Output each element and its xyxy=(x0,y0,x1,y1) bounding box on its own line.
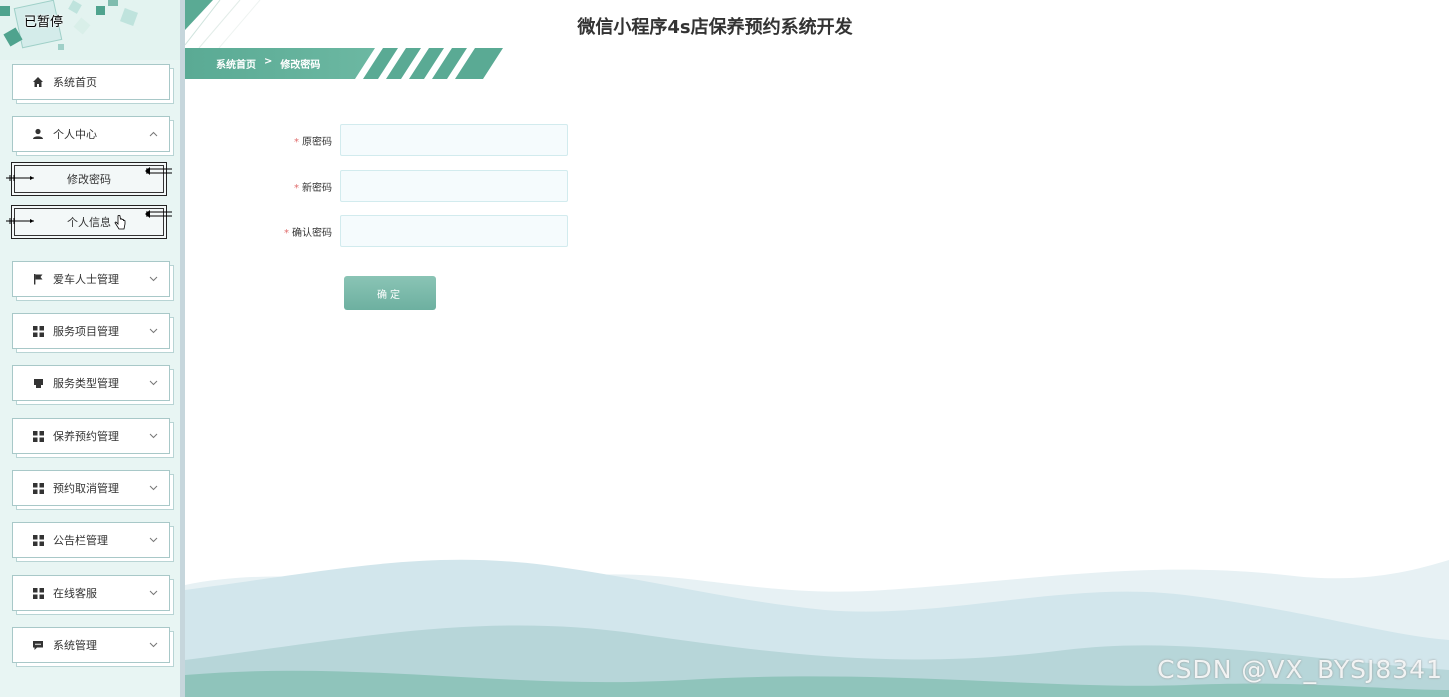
breadcrumb-separator: > xyxy=(264,56,273,67)
sidebar-item-system-management[interactable]: 系统管理 xyxy=(12,627,170,663)
home-icon xyxy=(31,75,45,89)
breadcrumb: 系统首页 > 修改密码 xyxy=(216,56,320,71)
grid-icon xyxy=(31,324,45,338)
breadcrumb-home-link[interactable]: 系统首页 xyxy=(216,56,256,71)
sidebar-item-home[interactable]: 系统首页 xyxy=(12,64,170,100)
sidebar-item-label: 爱车人士管理 xyxy=(53,273,119,286)
confirm-password-label: * 确认密码 xyxy=(260,224,340,239)
flag-icon xyxy=(31,272,45,286)
header-decoration xyxy=(185,0,261,48)
chevron-down-icon xyxy=(145,535,161,546)
chevron-down-icon xyxy=(145,378,161,389)
bookmark-icon xyxy=(31,376,45,390)
sidebar-item-label: 系统首页 xyxy=(53,76,97,89)
page-title: 微信小程序4s店保养预约系统开发 xyxy=(577,17,853,38)
chevron-down-icon xyxy=(145,274,161,285)
watermark-text: CSDN @VX_BYSJ8341 xyxy=(1157,655,1443,684)
chevron-down-icon xyxy=(145,483,161,494)
grid-icon xyxy=(31,429,45,443)
paused-indicator: 已暂停 xyxy=(24,15,64,30)
label-text: 新密码 xyxy=(302,182,332,194)
chevron-up-icon xyxy=(145,129,161,140)
sidebar-item-label: 服务项目管理 xyxy=(53,325,119,338)
user-icon xyxy=(31,127,45,141)
chevron-down-icon xyxy=(145,326,161,337)
grid-icon xyxy=(31,481,45,495)
sidebar-item-online-service[interactable]: 在线客服 xyxy=(12,575,170,611)
required-mark: * xyxy=(284,227,289,239)
arrow-decoration-icon xyxy=(6,218,34,224)
required-mark: * xyxy=(294,182,299,194)
arrow-decoration-icon xyxy=(145,210,172,218)
sidebar-item-label: 个人中心 xyxy=(53,128,97,141)
sidebar-item-label: 预约取消管理 xyxy=(53,482,119,495)
grid-icon xyxy=(31,533,45,547)
sidebar-item-label: 系统管理 xyxy=(53,639,97,652)
sidebar-item-personal-center[interactable]: 个人中心 xyxy=(12,116,170,152)
grid-icon xyxy=(31,586,45,600)
sidebar-item-maintenance-booking[interactable]: 保养预约管理 xyxy=(12,418,170,454)
old-password-input[interactable] xyxy=(340,124,568,156)
chevron-down-icon xyxy=(145,588,161,599)
confirm-button[interactable]: 确定 xyxy=(344,276,436,310)
new-password-label: * 新密码 xyxy=(260,179,340,194)
arrow-decoration-icon xyxy=(6,175,34,181)
chevron-down-icon xyxy=(145,640,161,651)
sidebar: 已暂停 系统首页 个人中心 修改密码 个人信息 爱车人士管理 服务项目管理 服务… xyxy=(0,0,185,697)
hand-cursor-icon xyxy=(114,215,126,230)
submenu-item-personal-info[interactable]: 个人信息 xyxy=(6,205,172,239)
sidebar-item-bulletin[interactable]: 公告栏管理 xyxy=(12,522,170,558)
required-mark: * xyxy=(294,136,299,148)
submenu-item-label: 修改密码 xyxy=(67,173,111,186)
chat-icon xyxy=(31,638,45,652)
app-window: 已暂停 系统首页 个人中心 修改密码 个人信息 爱车人士管理 服务项目管理 服务… xyxy=(0,0,1449,697)
old-password-label: * 原密码 xyxy=(260,133,340,148)
sidebar-item-booking-cancel[interactable]: 预约取消管理 xyxy=(12,470,170,506)
sidebar-item-service-types[interactable]: 服务类型管理 xyxy=(12,365,170,401)
label-text: 确认密码 xyxy=(292,227,332,239)
sidebar-item-service-items[interactable]: 服务项目管理 xyxy=(12,313,170,349)
breadcrumb-current: 修改密码 xyxy=(280,60,321,71)
sidebar-item-label: 服务类型管理 xyxy=(53,377,119,390)
chevron-down-icon xyxy=(145,431,161,442)
sidebar-item-car-owners[interactable]: 爱车人士管理 xyxy=(12,261,170,297)
sidebar-item-label: 在线客服 xyxy=(53,587,97,600)
arrow-decoration-icon xyxy=(145,167,172,175)
form-row-confirm-password: * 确认密码 xyxy=(260,215,568,247)
submenu-item-change-password[interactable]: 修改密码 xyxy=(6,162,172,196)
submenu-item-label: 个人信息 xyxy=(67,216,111,229)
form-row-old-password: * 原密码 xyxy=(260,124,568,156)
sidebar-decoration xyxy=(0,0,185,60)
form-row-new-password: * 新密码 xyxy=(260,170,568,202)
new-password-input[interactable] xyxy=(340,170,568,202)
confirm-password-input[interactable] xyxy=(340,215,568,247)
sidebar-item-label: 公告栏管理 xyxy=(53,534,108,547)
sidebar-item-label: 保养预约管理 xyxy=(53,430,119,443)
label-text: 原密码 xyxy=(302,136,332,148)
